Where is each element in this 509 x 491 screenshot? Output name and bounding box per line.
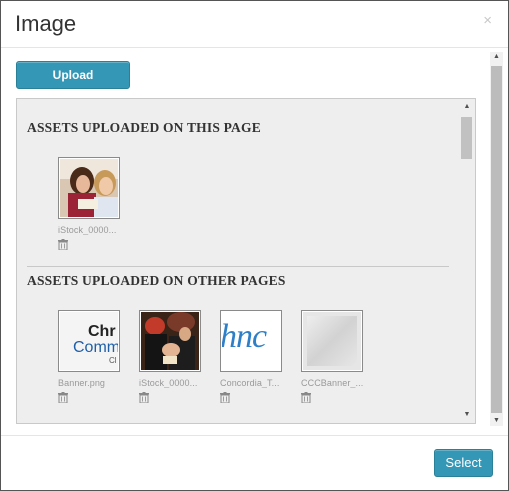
asset-name: iStock_0000... xyxy=(58,225,117,235)
asset-thumbnail[interactable]: hnc xyxy=(220,310,282,372)
image-dialog: Image × Upload ASSETS UPLOADED ON THIS P… xyxy=(0,0,509,491)
asset-thumbnail[interactable] xyxy=(58,157,120,219)
photo-graduation-image xyxy=(141,312,199,370)
banner-text-image: Chr Comm Cl xyxy=(60,312,118,370)
scroll-down-arrow-icon[interactable]: ▼ xyxy=(490,416,503,426)
trash-icon[interactable] xyxy=(139,390,149,404)
select-button[interactable]: Select xyxy=(434,449,493,477)
gray-gradient-image xyxy=(303,312,361,370)
concordia-logo-image: hnc xyxy=(222,312,280,370)
dialog-header: Image × xyxy=(1,1,508,48)
thumb-text: Comm xyxy=(73,339,118,356)
close-icon[interactable]: × xyxy=(483,13,492,29)
trash-icon[interactable] xyxy=(58,390,68,404)
section-heading-this-page: ASSETS UPLOADED ON THIS PAGE xyxy=(27,120,261,135)
thumb-text: Cl xyxy=(109,356,117,365)
trash-icon[interactable] xyxy=(220,390,230,404)
dialog-title: Image xyxy=(15,11,77,36)
asset-item[interactable]: CCCBanner_... xyxy=(301,310,363,404)
assets-panel: ASSETS UPLOADED ON THIS PAGE iStock_0000… xyxy=(16,98,476,424)
asset-item[interactable]: iStock_0000... xyxy=(58,157,120,251)
asset-thumbnail[interactable]: Chr Comm Cl xyxy=(58,310,120,372)
asset-thumbnail[interactable] xyxy=(139,310,201,372)
section-divider xyxy=(27,266,449,267)
dialog-footer: Select xyxy=(1,435,508,491)
asset-thumbnail[interactable] xyxy=(301,310,363,372)
asset-name: Concordia_T... xyxy=(220,378,280,388)
trash-icon[interactable] xyxy=(58,237,68,251)
scroll-down-arrow-icon[interactable]: ▼ xyxy=(459,410,475,420)
asset-name: iStock_0000... xyxy=(139,378,198,388)
assets-scrollbar[interactable]: ▲ ▼ xyxy=(459,99,475,423)
trash-icon[interactable] xyxy=(301,390,311,404)
dialog-scrollbar-thumb[interactable] xyxy=(491,66,502,413)
asset-name: Banner.png xyxy=(58,378,106,388)
upload-button[interactable]: Upload xyxy=(16,61,130,89)
scroll-up-arrow-icon[interactable]: ▲ xyxy=(490,52,503,62)
thumb-text: hnc xyxy=(222,318,267,355)
asset-name: CCCBanner_... xyxy=(301,378,363,388)
photo-two-women-reading-image xyxy=(60,159,118,217)
assets-scrollbar-thumb[interactable] xyxy=(461,117,472,159)
scroll-up-arrow-icon[interactable]: ▲ xyxy=(459,102,475,112)
dialog-body: Upload ASSETS UPLOADED ON THIS PAGE iSto… xyxy=(1,48,508,434)
asset-item[interactable]: iStock_0000... xyxy=(139,310,201,404)
asset-item[interactable]: Chr Comm Cl Banner.png xyxy=(58,310,120,404)
section-heading-other-pages: ASSETS UPLOADED ON OTHER PAGES xyxy=(27,273,286,288)
asset-item[interactable]: hnc Concordia_T... xyxy=(220,310,282,404)
dialog-scrollbar[interactable]: ▲ ▼ xyxy=(490,52,503,426)
